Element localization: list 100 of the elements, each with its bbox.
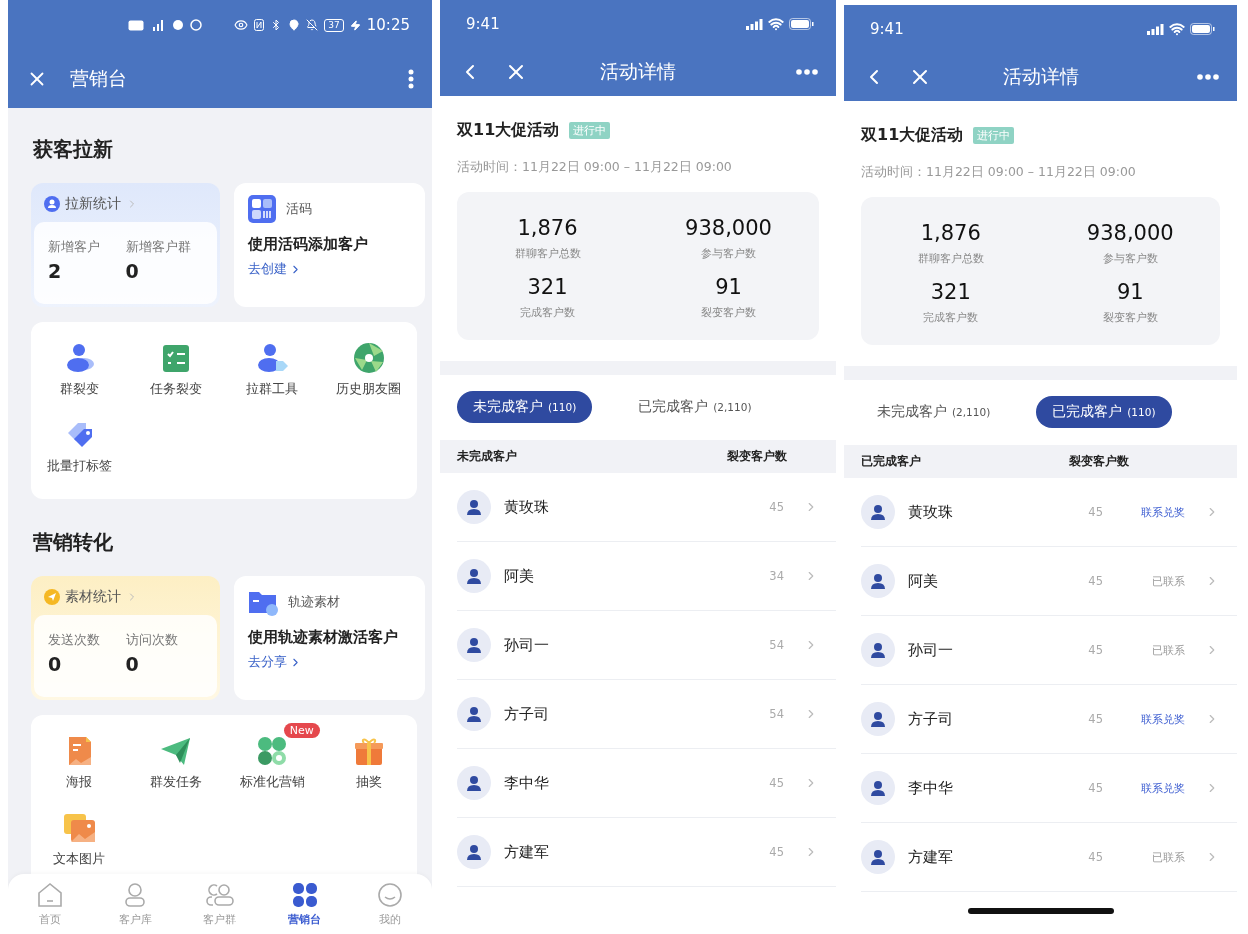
filter-tab[interactable]: 已完成客户 (110): [1036, 396, 1172, 428]
stats-link[interactable]: 素材统计: [34, 579, 148, 615]
tool-item[interactable]: 海报: [62, 735, 97, 791]
customer-row[interactable]: 方建军 45: [457, 818, 836, 887]
wifi-icon: [1169, 21, 1185, 37]
bell-off-icon: [306, 19, 319, 31]
customer-name: 黄玫珠: [504, 497, 550, 517]
customer-name: 方子司: [504, 704, 550, 724]
customer-name: 李中华: [908, 778, 954, 798]
battery-icon: [789, 18, 814, 30]
customer-name: 孙司一: [908, 640, 954, 660]
page-title: 活动详情: [600, 59, 676, 84]
more-button[interactable]: [1197, 74, 1219, 80]
avatar-icon: [861, 495, 895, 529]
customer-name: 黄玫珠: [908, 502, 954, 522]
tool-item[interactable]: 历史朋友圈: [336, 342, 402, 398]
customer-row[interactable]: 李中华 45: [457, 749, 836, 818]
customer-name: 方建军: [908, 847, 954, 867]
eye-icon: [234, 18, 249, 32]
tool-item[interactable]: 群发任务: [149, 735, 202, 791]
stat-label: 完成客户数: [923, 310, 979, 325]
customer-row[interactable]: 阿美 34: [457, 542, 836, 611]
customer-name: 孙司一: [504, 635, 550, 655]
tool-item[interactable]: 抽奖: [351, 735, 386, 791]
stat-label: 参与客户数: [701, 246, 756, 261]
bolt-icon: [349, 19, 361, 31]
stat-label: 群聊客户总数: [514, 246, 581, 261]
tab-item[interactable]: 营销台: [262, 874, 348, 934]
tool-item[interactable]: 拉群工具: [246, 342, 299, 398]
action-link[interactable]: 去创建: [248, 260, 302, 278]
avatar-icon: [861, 702, 895, 736]
metric-value: 0: [48, 653, 63, 675]
stat-label: 群聊客户总数: [917, 251, 984, 266]
metric-value: 0: [125, 260, 140, 282]
more-button[interactable]: [408, 69, 414, 89]
customer-row[interactable]: 方建军 45 已联系: [861, 823, 1237, 892]
stat-value: 938,000: [685, 216, 772, 240]
customer-name: 阿美: [908, 571, 939, 591]
customer-row[interactable]: 方子司 45 联系兑奖: [861, 685, 1237, 754]
metric-label: 新增客户: [48, 238, 101, 256]
filter-tab[interactable]: 未完成客户 (2,110): [861, 396, 1007, 428]
smiley-icon: [375, 881, 404, 908]
contact-link[interactable]: 联系兑奖: [1125, 504, 1185, 520]
grid-code-icon: [248, 195, 276, 223]
tool-item[interactable]: 标准化营销: [239, 735, 305, 791]
card-headline: 使用活码添加客户: [248, 235, 369, 254]
customer-name: 方建军: [504, 842, 550, 862]
avatar-icon: [457, 766, 491, 800]
battery-indicator: 37: [324, 18, 344, 32]
tool-item[interactable]: 批量打标签: [46, 419, 112, 475]
stats-link[interactable]: 拉新统计: [34, 186, 148, 222]
tool-item[interactable]: 群裂变: [59, 342, 99, 398]
tool-item[interactable]: 文本图片: [53, 812, 106, 868]
fission-count: 45: [769, 776, 784, 790]
avatar-icon: [457, 628, 491, 662]
contact-link[interactable]: 联系兑奖: [1125, 780, 1185, 796]
tool-item[interactable]: 任务裂变: [149, 342, 202, 398]
fission-count: 45: [1088, 505, 1103, 519]
filter-tab[interactable]: 已完成客户 (2,110): [622, 391, 768, 423]
customer-row[interactable]: 李中华 45 联系兑奖: [861, 754, 1237, 823]
signal-icon: [746, 18, 763, 30]
stat-label: 裂变客户数: [701, 305, 756, 320]
customer-row[interactable]: 孙司一 45 已联系: [861, 616, 1237, 685]
page-title: 营销台: [70, 66, 128, 91]
fission-count: 54: [769, 638, 784, 652]
metric-value: 2: [48, 260, 63, 282]
customer-row[interactable]: 阿美 45 已联系: [861, 547, 1237, 616]
stat-value: 1,876: [920, 221, 981, 245]
fission-count: 45: [769, 500, 784, 514]
column-header: 裂变客户数: [727, 448, 787, 465]
more-button[interactable]: [796, 69, 818, 75]
activity-time: 活动时间：11月22日 09:00 – 11月22日 09:00: [457, 159, 733, 176]
stat-label: 完成客户数: [520, 305, 575, 320]
status-time: 9:41: [870, 20, 904, 38]
card-title: 活码: [286, 200, 312, 218]
metric-value: 0: [125, 653, 140, 675]
customer-row[interactable]: 黄玫珠 45 联系兑奖: [861, 478, 1237, 547]
contact-link[interactable]: 联系兑奖: [1125, 711, 1185, 727]
activity-time: 活动时间：11月22日 09:00 – 11月22日 09:00: [861, 164, 1137, 181]
people-icon: [206, 881, 234, 908]
page-title: 活动详情: [1002, 64, 1079, 89]
stat-value: 938,000: [1086, 221, 1174, 245]
avatar-icon: [457, 490, 491, 524]
avatar-icon: [861, 633, 895, 667]
fission-count: 54: [769, 707, 784, 721]
customer-row[interactable]: 方子司 54: [457, 680, 836, 749]
fission-count: 45: [1088, 643, 1103, 657]
customer-row[interactable]: 孙司一 54: [457, 611, 836, 680]
circle-icon: [172, 19, 185, 31]
fission-count: 34: [769, 569, 784, 583]
battery-icon: [1190, 23, 1215, 35]
action-link[interactable]: 去分享: [248, 653, 302, 671]
more-icon: [408, 69, 414, 89]
stat-value: 321: [930, 280, 971, 304]
fission-count: 45: [1088, 574, 1103, 588]
send-icon: [44, 589, 60, 605]
metric-label: 新增客户群: [125, 238, 192, 256]
filter-tab[interactable]: 未完成客户 (110): [457, 391, 593, 423]
customer-row[interactable]: 黄玫珠 45: [457, 473, 836, 542]
status-time: 10:25: [366, 16, 410, 34]
